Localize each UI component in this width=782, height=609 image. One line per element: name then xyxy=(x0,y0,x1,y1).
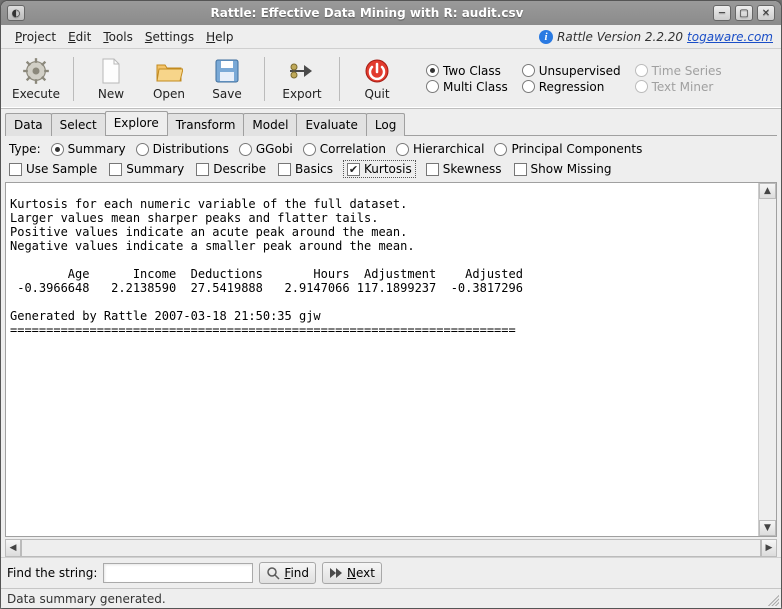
radio-dot-icon xyxy=(635,80,648,93)
radio-dot-icon xyxy=(522,64,535,77)
version-info: i Rattle Version 2.2.20 togaware.com xyxy=(539,30,773,44)
status-text: Data summary generated. xyxy=(7,592,166,606)
radio-dot-icon xyxy=(494,143,507,156)
menu-project[interactable]: Project xyxy=(9,28,62,46)
menubar: Project Edit Tools Settings Help i Rattl… xyxy=(1,25,781,49)
info-icon: i xyxy=(539,30,553,44)
titlebar: ◐ Rattle: Effective Data Mining with R: … xyxy=(1,1,781,25)
tab-data[interactable]: Data xyxy=(5,113,52,136)
maximize-button[interactable]: ▢ xyxy=(735,5,753,21)
close-window-button[interactable]: ✕ xyxy=(757,5,775,21)
tab-evaluate[interactable]: Evaluate xyxy=(296,113,366,136)
type-summary[interactable]: Summary xyxy=(51,142,126,156)
open-folder-icon xyxy=(155,57,183,85)
class-options: Two Class Unsupervised Time Series Multi… xyxy=(426,64,722,94)
resize-grip[interactable] xyxy=(765,592,779,606)
tab-log[interactable]: Log xyxy=(366,113,405,136)
radio-dot-icon xyxy=(522,80,535,93)
statusbar: Data summary generated. xyxy=(1,588,781,608)
checkbox-icon xyxy=(426,163,439,176)
find-input[interactable] xyxy=(103,563,253,583)
radio-dot-icon xyxy=(426,80,439,93)
radio-time-series: Time Series xyxy=(635,64,722,78)
scroll-up-icon[interactable]: ▲ xyxy=(759,183,776,199)
search-icon xyxy=(266,566,280,580)
checkbox-icon xyxy=(278,163,291,176)
type-principal-components[interactable]: Principal Components xyxy=(494,142,642,156)
check-kurtosis[interactable]: Kurtosis xyxy=(345,162,414,176)
type-hierarchical[interactable]: Hierarchical xyxy=(396,142,485,156)
app-window: ◐ Rattle: Effective Data Mining with R: … xyxy=(0,0,782,609)
new-button[interactable]: New xyxy=(82,51,140,107)
find-label: Find the string: xyxy=(7,566,97,580)
check-summary[interactable]: Summary xyxy=(109,162,184,176)
gear-icon xyxy=(22,57,50,85)
horizontal-scrollbar[interactable]: ◀ ▶ xyxy=(5,539,777,557)
output-text[interactable]: Kurtosis for each numeric variable of th… xyxy=(6,195,758,524)
export-icon xyxy=(288,57,316,85)
toolbar: Execute New Open Save Export xyxy=(1,49,781,109)
version-text: Rattle Version 2.2.20 xyxy=(557,30,683,44)
new-document-icon xyxy=(97,57,125,85)
checkbox-icon xyxy=(196,163,209,176)
checkbox-icon xyxy=(109,163,122,176)
type-distributions[interactable]: Distributions xyxy=(136,142,229,156)
checkbox-icon xyxy=(347,163,360,176)
type-correlation[interactable]: Correlation xyxy=(303,142,386,156)
findbar: Find the string: Find Next xyxy=(1,557,781,588)
vertical-scrollbar[interactable]: ▲ ▼ xyxy=(758,183,776,536)
radio-dot-icon xyxy=(396,143,409,156)
check-skewness[interactable]: Skewness xyxy=(426,162,502,176)
menu-help[interactable]: Help xyxy=(200,28,239,46)
menu-settings[interactable]: Settings xyxy=(139,28,200,46)
next-button[interactable]: Next xyxy=(322,562,382,584)
execute-button[interactable]: Execute xyxy=(7,51,65,107)
type-row: Type: Summary Distributions GGobi Correl… xyxy=(1,136,781,160)
scrollbar-track[interactable] xyxy=(21,539,761,557)
scroll-left-icon[interactable]: ◀ xyxy=(5,539,21,557)
radio-multi-class[interactable]: Multi Class xyxy=(426,80,508,94)
export-button[interactable]: Export xyxy=(273,51,331,107)
radio-text-miner: Text Miner xyxy=(635,80,722,94)
check-use-sample[interactable]: Use Sample xyxy=(9,162,97,176)
check-describe[interactable]: Describe xyxy=(196,162,266,176)
open-button[interactable]: Open xyxy=(140,51,198,107)
scroll-right-icon[interactable]: ▶ xyxy=(761,539,777,557)
window-title: Rattle: Effective Data Mining with R: au… xyxy=(25,6,709,20)
menu-tools[interactable]: Tools xyxy=(97,28,139,46)
version-link[interactable]: togaware.com xyxy=(687,30,773,44)
type-ggobi[interactable]: GGobi xyxy=(239,142,293,156)
output-panel: Kurtosis for each numeric variable of th… xyxy=(5,182,777,537)
tab-select[interactable]: Select xyxy=(51,113,106,136)
menu-edit[interactable]: Edit xyxy=(62,28,97,46)
radio-dot-icon xyxy=(51,143,64,156)
minimize-button[interactable]: ─ xyxy=(713,5,731,21)
scroll-down-icon[interactable]: ▼ xyxy=(759,520,776,536)
quit-button[interactable]: Quit xyxy=(348,51,406,107)
check-basics[interactable]: Basics xyxy=(278,162,333,176)
radio-dot-icon xyxy=(239,143,252,156)
radio-two-class[interactable]: Two Class xyxy=(426,64,508,78)
radio-unsupervised[interactable]: Unsupervised xyxy=(522,64,621,78)
radio-dot-icon xyxy=(426,64,439,77)
find-button[interactable]: Find xyxy=(259,562,316,584)
tab-model[interactable]: Model xyxy=(243,113,297,136)
next-icon xyxy=(329,567,343,579)
power-icon xyxy=(363,57,391,85)
radio-regression[interactable]: Regression xyxy=(522,80,621,94)
tab-transform[interactable]: Transform xyxy=(167,113,245,136)
checkbox-icon xyxy=(514,163,527,176)
check-show-missing[interactable]: Show Missing xyxy=(514,162,612,176)
checkbox-icon xyxy=(9,163,22,176)
check-row: Use Sample Summary Describe Basics Kurto… xyxy=(1,160,781,182)
tabbar: Data Select Explore Transform Model Eval… xyxy=(1,109,781,135)
save-button[interactable]: Save xyxy=(198,51,256,107)
type-label: Type: xyxy=(9,142,41,156)
window-menu-button[interactable]: ◐ xyxy=(7,5,25,21)
radio-dot-icon xyxy=(303,143,316,156)
radio-dot-icon xyxy=(136,143,149,156)
save-floppy-icon xyxy=(213,57,241,85)
radio-dot-icon xyxy=(635,64,648,77)
tab-explore[interactable]: Explore xyxy=(105,111,168,135)
